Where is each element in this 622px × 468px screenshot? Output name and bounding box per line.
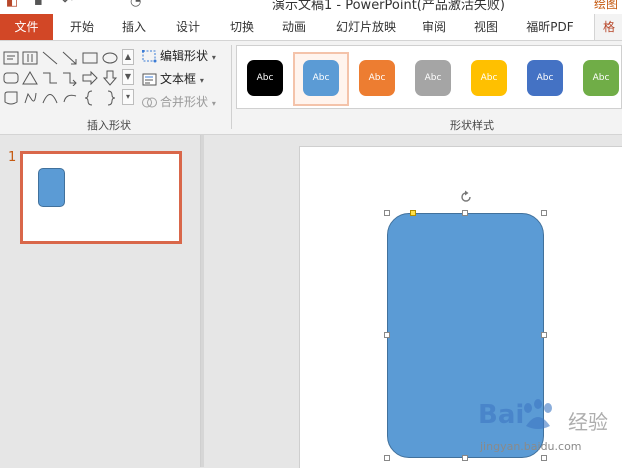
resize-handle-top-left[interactable] — [384, 210, 390, 216]
corner-adjust-handle[interactable] — [410, 210, 416, 216]
style-swatch-gray[interactable]: Abc — [415, 60, 451, 96]
resize-handle-top[interactable] — [462, 210, 468, 216]
triangle-shape-icon[interactable] — [22, 70, 38, 86]
tab-review[interactable]: 审阅 — [414, 14, 454, 40]
edit-shape-icon — [141, 49, 157, 63]
baidu-jingyan-watermark: Bai 经验 jingyan.baidu.com — [476, 398, 616, 462]
watermark-suffix: 经验 — [568, 410, 608, 434]
powerpoint-logo-icon: ◧ — [6, 0, 19, 9]
gallery-more-icon[interactable]: ▾ — [122, 89, 134, 105]
thumbnail-shape — [38, 168, 65, 207]
elbow-connector-shape-icon[interactable] — [42, 70, 58, 86]
tab-format[interactable]: 格 — [594, 14, 622, 40]
style-swatch-black[interactable]: Abc — [247, 60, 283, 96]
rounded-rectangle-shape-icon[interactable] — [3, 70, 19, 86]
resize-handle-bottom[interactable] — [462, 455, 468, 461]
style-swatch-gold[interactable]: Abc — [471, 60, 507, 96]
text-box-button[interactable]: 文本框 ▾ — [142, 70, 204, 88]
right-arrow-shape-icon[interactable] — [82, 70, 98, 86]
shapes-gallery: ▲ ▼ ▾ — [0, 47, 136, 109]
undo-icon[interactable]: ↶ — [62, 0, 73, 9]
chevron-down-icon: ▾ — [211, 99, 216, 108]
rotate-handle-icon[interactable] — [459, 190, 473, 204]
chevron-down-icon: ▾ — [199, 76, 204, 85]
gallery-scroll-up-icon[interactable]: ▲ — [122, 49, 134, 65]
line-shape-icon[interactable] — [42, 50, 58, 66]
title-bar: ◧ ▪ ↶ ◔ 演示文稿1 - PowerPoint(产品激活失败) 绘图 — [0, 0, 622, 14]
tab-foxit-pdf[interactable]: 福昕PDF — [516, 14, 584, 40]
chevron-down-icon: ▾ — [211, 53, 216, 62]
resize-handle-top-right[interactable] — [541, 210, 547, 216]
text-box-icon — [142, 73, 157, 86]
slide-thumbnail[interactable] — [20, 151, 182, 244]
baidu-paw-icon — [524, 399, 552, 429]
group-separator — [231, 45, 232, 129]
tab-insert[interactable]: 插入 — [110, 14, 158, 40]
user-name[interactable]: 绘图 — [594, 0, 618, 12]
curve-shape-icon[interactable] — [42, 90, 58, 106]
tab-transitions[interactable]: 切换 — [218, 14, 266, 40]
elbow-arrow-connector-shape-icon[interactable] — [62, 70, 78, 86]
style-swatch-orange[interactable]: Abc — [359, 60, 395, 96]
save-icon[interactable]: ▪ — [34, 0, 43, 9]
tab-design[interactable]: 设计 — [164, 14, 212, 40]
tab-animations[interactable]: 动画 — [270, 14, 318, 40]
insert-shapes-group-label: 插入形状 — [87, 119, 131, 132]
text-box-shape-icon[interactable] — [3, 50, 19, 66]
arrow-line-shape-icon[interactable] — [62, 50, 78, 66]
slide-number: 1 — [8, 150, 17, 165]
style-swatch-blue[interactable]: Abc — [303, 60, 339, 96]
style-swatch-dark-blue[interactable]: Abc — [527, 60, 563, 96]
edit-shape-button[interactable]: 编辑形状 ▾ — [141, 47, 216, 65]
ribbon: ▲ ▼ ▾ 编辑形状 ▾ 文本框 ▾ 合并形状 ▾ 插入形状 Abc Abc A… — [0, 40, 622, 135]
vertical-text-box-shape-icon[interactable] — [22, 50, 38, 66]
resize-handle-left[interactable] — [384, 332, 390, 338]
down-arrow-shape-icon[interactable] — [102, 70, 118, 86]
ribbon-tabs: 文件 开始 插入 设计 切换 动画 幻灯片放映 审阅 视图 福昕PDF 格 — [0, 14, 622, 40]
flowchart-shape-icon[interactable] — [3, 90, 19, 106]
merge-shapes-button[interactable]: 合并形状 ▾ — [142, 93, 216, 111]
rectangle-shape-icon[interactable] — [82, 50, 98, 66]
style-swatch-green[interactable]: Abc — [583, 60, 619, 96]
watermark-url: jingyan.baidu.com — [480, 440, 582, 453]
left-brace-shape-icon[interactable] — [82, 90, 98, 106]
freeform-shape-icon[interactable] — [22, 90, 38, 106]
gallery-scroll-down-icon[interactable]: ▼ — [122, 69, 134, 85]
shape-styles-gallery: Abc Abc Abc Abc Abc Abc Abc — [236, 45, 622, 109]
right-brace-shape-icon[interactable] — [102, 90, 118, 106]
resize-handle-right[interactable] — [541, 332, 547, 338]
resize-handle-bottom-left[interactable] — [384, 455, 390, 461]
tab-slide-show[interactable]: 幻灯片放映 — [326, 14, 406, 40]
merge-shapes-icon — [142, 96, 157, 109]
tab-view[interactable]: 视图 — [464, 14, 508, 40]
arc-shape-icon[interactable] — [62, 90, 78, 106]
slide-thumbnails-pane: 1 — [0, 135, 200, 467]
tab-file[interactable]: 文件 — [0, 14, 53, 40]
tab-home[interactable]: 开始 — [58, 14, 106, 40]
shape-styles-group-label: 形状样式 — [450, 119, 494, 132]
start-from-beginning-icon[interactable]: ◔ — [130, 0, 141, 9]
oval-shape-icon[interactable] — [102, 50, 118, 66]
window-title: 演示文稿1 - PowerPoint(产品激活失败) — [272, 0, 505, 13]
